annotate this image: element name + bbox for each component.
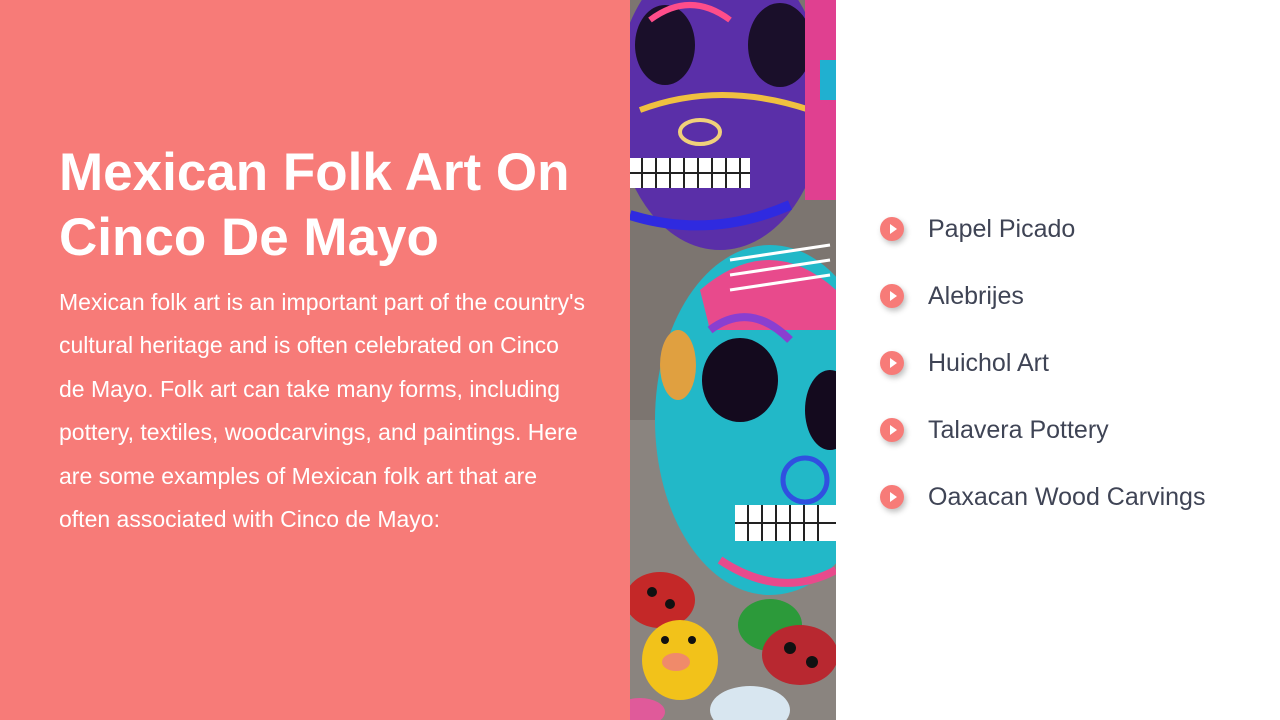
folk-art-list: Papel Picado Alebrijes Huichol Art Talav… <box>880 207 1205 542</box>
play-circle-icon <box>880 217 904 241</box>
slide-title: Mexican Folk Art On Cinco De Mayo <box>59 143 570 267</box>
list-item: Oaxacan Wood Carvings <box>880 475 1205 542</box>
list-item: Papel Picado <box>880 207 1205 274</box>
sugar-skulls-photo <box>630 0 836 720</box>
list-item-label: Alebrijes <box>928 282 1024 310</box>
list-item-label: Oaxacan Wood Carvings <box>928 483 1206 511</box>
play-circle-icon <box>880 485 904 509</box>
play-circle-icon <box>880 418 904 442</box>
left-panel: Mexican Folk Art On Cinco De Mayo Mexica… <box>0 0 630 720</box>
play-circle-icon <box>880 284 904 308</box>
list-item: Talavera Pottery <box>880 408 1205 475</box>
list-item-label: Talavera Pottery <box>928 416 1109 444</box>
list-item-label: Huichol Art <box>928 349 1049 377</box>
list-item-label: Papel Picado <box>928 215 1076 243</box>
slide-body-text: Mexican folk art is an important part of… <box>59 289 585 533</box>
list-item: Alebrijes <box>880 274 1205 341</box>
list-item: Huichol Art <box>880 341 1205 408</box>
play-circle-icon <box>880 351 904 375</box>
